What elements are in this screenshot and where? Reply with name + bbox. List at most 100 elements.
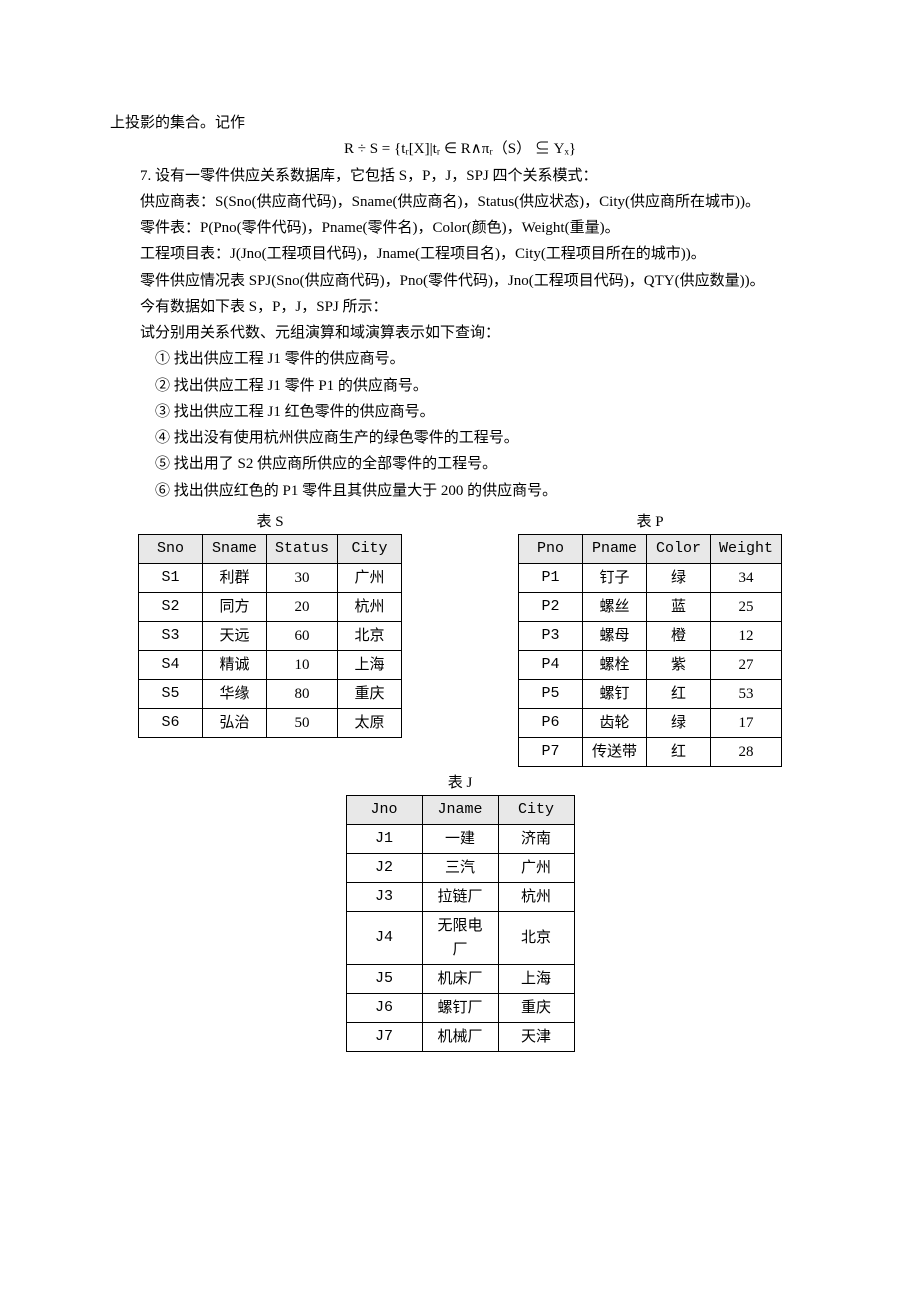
table-header: Color <box>646 534 710 563</box>
table-p-block: 表 P PnoPnameColorWeightP1钉子绿34P2螺丝蓝25P3螺… <box>490 510 810 767</box>
division-formula: R ÷ S = {tᵣ[X]|tᵣ ∈ R∧πᵣ（S） ⊆ Yₓ} <box>110 136 810 162</box>
table-row: P6齿轮绿17 <box>518 708 781 737</box>
table-cell: 传送带 <box>582 737 646 766</box>
table-cell: 螺钉 <box>582 679 646 708</box>
table-cell: S5 <box>138 679 202 708</box>
table-cell: 红 <box>646 679 710 708</box>
table-row: P7传送带红28 <box>518 737 781 766</box>
table-cell: 钉子 <box>582 563 646 592</box>
table-row: J4无限电厂北京 <box>346 911 574 964</box>
table-cell: S3 <box>138 621 202 650</box>
table-cell: 精诚 <box>202 650 266 679</box>
table-row: P4螺栓紫27 <box>518 650 781 679</box>
query-item-6: ⑥ 找出供应红色的 P1 零件且其供应量大于 200 的供应商号。 <box>110 478 810 504</box>
table-cell: S4 <box>138 650 202 679</box>
table-cell: 绿 <box>646 563 710 592</box>
query-item-3: ③ 找出供应工程 J1 红色零件的供应商号。 <box>110 399 810 425</box>
table-cell: 弘治 <box>202 708 266 737</box>
table-cell: P2 <box>518 592 582 621</box>
query-item-4: ④ 找出没有使用杭州供应商生产的绿色零件的工程号。 <box>110 425 810 451</box>
table-cell: 杭州 <box>338 592 402 621</box>
table-cell: 济南 <box>498 824 574 853</box>
table-cell: 28 <box>710 737 781 766</box>
table-row: P2螺丝蓝25 <box>518 592 781 621</box>
table-cell: P3 <box>518 621 582 650</box>
table-cell: 机械厂 <box>422 1022 498 1051</box>
table-cell: 上海 <box>338 650 402 679</box>
table-row: S4精诚10上海 <box>138 650 401 679</box>
table-row: S2同方20杭州 <box>138 592 401 621</box>
table-cell: 12 <box>710 621 781 650</box>
table-cell: 螺钉厂 <box>422 993 498 1022</box>
table-cell: S1 <box>138 563 202 592</box>
table-cell: 同方 <box>202 592 266 621</box>
table-s: SnoSnameStatusCityS1利群30广州S2同方20杭州S3天远60… <box>138 534 402 738</box>
table-cell: 橙 <box>646 621 710 650</box>
query-item-5: ⑤ 找出用了 S2 供应商所供应的全部零件的工程号。 <box>110 451 810 477</box>
table-cell: P7 <box>518 737 582 766</box>
paragraph-table-p-def: 零件表：P(Pno(零件代码)，Pname(零件名)，Color(颜色)，Wei… <box>110 215 810 241</box>
table-cell: J1 <box>346 824 422 853</box>
table-cell: 重庆 <box>498 993 574 1022</box>
table-header: Jname <box>422 795 498 824</box>
table-cell: 天津 <box>498 1022 574 1051</box>
table-cell: 30 <box>266 563 337 592</box>
table-header: Status <box>266 534 337 563</box>
table-cell: 上海 <box>498 964 574 993</box>
table-cell: 无限电厂 <box>422 911 498 964</box>
table-cell: 25 <box>710 592 781 621</box>
table-cell: 10 <box>266 650 337 679</box>
table-row: P3螺母橙12 <box>518 621 781 650</box>
query-item-2: ② 找出供应工程 J1 零件 P1 的供应商号。 <box>110 373 810 399</box>
table-cell: 齿轮 <box>582 708 646 737</box>
table-header: Weight <box>710 534 781 563</box>
table-row: P1钉子绿34 <box>518 563 781 592</box>
paragraph-data-intro: 今有数据如下表 S，P，J，SPJ 所示： <box>110 294 810 320</box>
table-header: Pno <box>518 534 582 563</box>
table-cell: 北京 <box>498 911 574 964</box>
table-j: JnoJnameCityJ1一建济南J2三汽广州J3拉链厂杭州J4无限电厂北京J… <box>346 795 575 1052</box>
table-cell: 利群 <box>202 563 266 592</box>
table-cell: 螺栓 <box>582 650 646 679</box>
table-p: PnoPnameColorWeightP1钉子绿34P2螺丝蓝25P3螺母橙12… <box>518 534 782 767</box>
table-row: P5螺钉红53 <box>518 679 781 708</box>
paragraph-table-s-def: 供应商表：S(Sno(供应商代码)，Sname(供应商名)，Status(供应状… <box>110 189 810 215</box>
table-cell: 三汽 <box>422 853 498 882</box>
table-cell: 广州 <box>338 563 402 592</box>
table-cell: 太原 <box>338 708 402 737</box>
tables-row-s-p: 表 S SnoSnameStatusCityS1利群30广州S2同方20杭州S3… <box>110 510 810 767</box>
query-item-1: ① 找出供应工程 J1 零件的供应商号。 <box>110 346 810 372</box>
table-cell: 螺丝 <box>582 592 646 621</box>
table-row: J2三汽广州 <box>346 853 574 882</box>
table-row: J3拉链厂杭州 <box>346 882 574 911</box>
table-cell: 广州 <box>498 853 574 882</box>
table-cell: J3 <box>346 882 422 911</box>
paragraph-table-j-def: 工程项目表：J(Jno(工程项目代码)，Jname(工程项目名)，City(工程… <box>110 241 810 267</box>
table-header: City <box>338 534 402 563</box>
table-cell: 60 <box>266 621 337 650</box>
table-row: J7机械厂天津 <box>346 1022 574 1051</box>
paragraph-q7-intro: 7. 设有一零件供应关系数据库，它包括 S，P，J，SPJ 四个关系模式： <box>110 163 810 189</box>
table-header: City <box>498 795 574 824</box>
table-header: Pname <box>582 534 646 563</box>
table-p-caption: 表 P <box>490 510 810 534</box>
table-cell: 20 <box>266 592 337 621</box>
table-header: Jno <box>346 795 422 824</box>
table-j-caption: 表 J <box>346 771 575 795</box>
table-cell: P1 <box>518 563 582 592</box>
table-cell: 50 <box>266 708 337 737</box>
table-cell: P5 <box>518 679 582 708</box>
table-cell: S2 <box>138 592 202 621</box>
table-cell: P4 <box>518 650 582 679</box>
table-cell: 紫 <box>646 650 710 679</box>
table-row: J5机床厂上海 <box>346 964 574 993</box>
table-cell: 80 <box>266 679 337 708</box>
table-cell: J2 <box>346 853 422 882</box>
table-cell: 机床厂 <box>422 964 498 993</box>
table-cell: J5 <box>346 964 422 993</box>
table-row: J1一建济南 <box>346 824 574 853</box>
table-cell: 红 <box>646 737 710 766</box>
table-cell: 北京 <box>338 621 402 650</box>
table-row: S5华缘80重庆 <box>138 679 401 708</box>
table-cell: J7 <box>346 1022 422 1051</box>
